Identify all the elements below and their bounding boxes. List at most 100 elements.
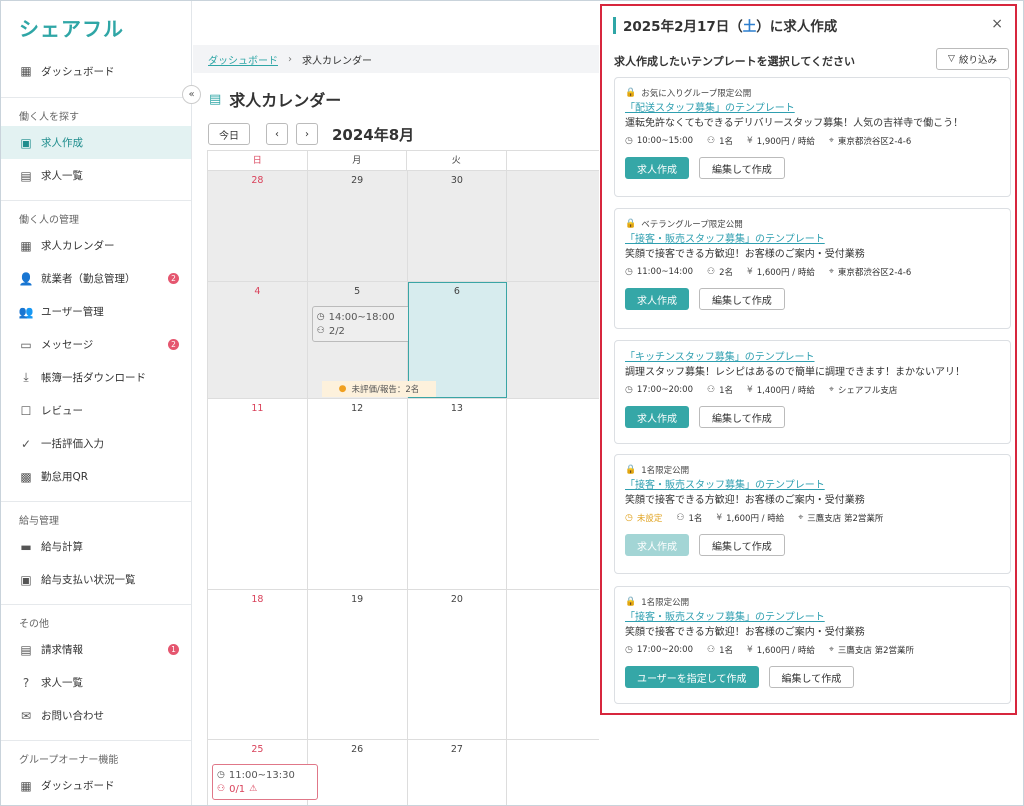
double-check-icon: ✓ [20,436,32,451]
breadcrumb-dashboard-link[interactable]: ダッシュボード [208,52,278,67]
calendar-day[interactable]: 29 [307,171,408,281]
create-job-button[interactable]: 求人作成 [625,288,689,310]
today-button[interactable]: 今日 [208,123,250,145]
template-meta: ◷ 17:00~20:00 ⚇ 1名 ¥1,600円 / 時給 ⌖ 三鷹支店 第2営業… [625,641,1000,659]
sidebar-item-billing[interactable]: ▤ 請求情報 1 [1,633,191,666]
sidebar-item-dashboard[interactable]: ▦ ダッシュボード [1,45,191,97]
shift-block[interactable]: ◷ 14:00~18:00 ⚇ 2/2 [311,306,418,342]
sidebar-item-workers[interactable]: 👤 就業者（勤怠管理） 2 [1,262,191,295]
mail-icon: ✉ [20,708,32,723]
person-icon: ⚇ [706,385,716,395]
sidebar-item-label: 求人一覧 [41,170,83,182]
calendar-day[interactable]: 19 [308,590,408,739]
template-card: 🔒 1名限定公開 「接客・販売スタッフ募集」のテンプレート 笑顔で接客できる方歓迎… [614,454,1011,574]
person-icon: ⚇ [676,513,685,523]
edit-and-create-button[interactable]: 編集して作成 [768,666,855,688]
template-link[interactable]: 「接客・販売スタッフ募集」のテンプレート [625,610,1000,625]
breadcrumb: ダッシュボード › 求人カレンダー [193,45,599,73]
sidebar-item-label: 就業者（勤怠管理） [41,273,136,285]
calendar-day[interactable] [507,590,599,739]
calendar-day[interactable]: 13 [408,399,508,589]
title-accent-bar [613,16,616,34]
calendar-day[interactable]: 30 [407,171,508,281]
create-job-button[interactable]: 求人作成 [625,406,689,428]
unreviewed-notice[interactable]: ● 未評価/報告：2名 [322,381,436,397]
sidebar-item-attendance-qr[interactable]: ▩ 勤怠用QR [1,460,191,493]
calendar-day[interactable]: 25 ◷ 11:00~13:30 ⚇ 0/1 ⚠ [208,740,318,805]
sidebar-item-bulk-download[interactable]: ⤓ 帳簿一括ダウンロード [1,361,191,394]
template-link[interactable]: 「接客・販売スタッフ募集」のテンプレート [625,478,1000,493]
filter-button[interactable]: ▽ 絞り込み [936,48,1009,70]
breadcrumb-separator: › [288,53,292,65]
day-number: 29 [351,175,364,186]
sidebar-item-users[interactable]: 👥 ユーザー管理 [1,295,191,328]
calendar-day[interactable]: 4 [208,282,308,398]
visibility-tag-label: お気に入りグループ限定公開 [641,89,752,99]
sidebar-item-bulk-evaluation[interactable]: ✓ 一括評価入力 [1,427,191,460]
template-card: 🔒 お気に入りグループ限定公開 「配送スタッフ募集」のテンプレート 運転免許なくて… [614,77,1011,197]
clock-icon: ◷ [316,312,325,322]
sidebar-item-contact[interactable]: ✉ お問い合わせ [1,699,191,732]
sidebar-item-payroll-calc[interactable]: ▬ 給与計算 [1,530,191,563]
calendar-day[interactable]: 20 [408,590,508,739]
sidebar-item-payment-status[interactable]: ▣ 給与支払い状況一覧 [1,563,191,596]
calendar-day[interactable]: 11 [208,399,308,589]
calendar-day[interactable] [507,740,599,805]
payment-icon: ▣ [20,572,32,587]
sidebar-group-head: 給与管理 [19,516,59,527]
page-title-text: 求人カレンダー [229,91,342,110]
calendar-day[interactable]: 26 [308,740,408,805]
template-link[interactable]: 「配送スタッフ募集」のテンプレート [625,101,1000,116]
sidebar-item-job-calendar[interactable]: ▦ 求人カレンダー [1,229,191,262]
panel-title-date: 2025年2月17日（ [623,19,743,35]
sidebar-item-job-list-2[interactable]: ? 求人一覧 [1,666,191,699]
create-job-button[interactable]: 求人作成 [625,157,689,179]
sidebar-item-review[interactable]: ☐ レビュー [1,394,191,427]
app-logo[interactable]: シェアフル [1,1,191,45]
weekday-sunday: 日 [208,151,308,170]
shift-count: 0/1 [229,783,246,795]
alert-icon: ⚠ [249,784,258,794]
sidebar-item-job-create[interactable]: ▣ 求人作成 [1,126,191,159]
sidebar-collapse-button[interactable]: « [182,85,201,104]
calendar-day[interactable] [507,171,599,281]
calendar-day[interactable]: 27 [408,740,508,805]
template-description: 笑顔で接客できる方歓迎！お客様のご案内・受付業務 [625,249,865,260]
next-month-button[interactable]: › [296,123,318,145]
clock-icon: ◷ [625,645,633,655]
template-link[interactable]: 「接客・販売スタッフ募集」のテンプレート [625,232,1000,247]
message-icon: ▭ [20,337,32,352]
meta-place: 東京都渋谷区2-4-6 [837,137,912,147]
edit-and-create-button[interactable]: 編集して作成 [699,157,785,179]
sidebar-item-label: ユーザー管理 [41,306,104,318]
breadcrumb-current: 求人カレンダー [302,55,372,67]
calendar-day[interactable]: 12 [308,399,408,589]
create-for-user-button[interactable]: ユーザーを指定して作成 [625,666,759,688]
template-link[interactable]: 「キッチンスタッフ募集」のテンプレート [625,350,1000,365]
sidebar-group-head: その他 [19,619,49,630]
clock-icon: ◷ [625,513,633,523]
close-icon[interactable]: × [991,16,1003,32]
qr-icon: ▩ [20,469,32,484]
sidebar-item-messages[interactable]: ▭ メッセージ 2 [1,328,191,361]
edit-and-create-button[interactable]: 編集して作成 [699,288,785,310]
sidebar-item-owner-dashboard[interactable]: ▦ ダッシュボード [1,769,191,802]
calendar-day[interactable] [507,399,599,589]
meta-people: 2名 [719,268,733,278]
meta-time: 11:00~14:00 [636,267,693,277]
panel-title: 2025年2月17日（土）に求人作成 [623,15,837,35]
calendar-day[interactable]: 18 [208,590,308,739]
shift-block[interactable]: ◷ 11:00~13:30 ⚇ 0/1 ⚠ [212,764,318,800]
sidebar-item-job-list[interactable]: ▤ 求人一覧 [1,159,191,192]
template-description: 運転免許なくてもできるデリバリースタッフ募集！人気の吉祥寺で働こう！ [625,118,964,129]
calendar-day[interactable]: 28 [208,171,308,281]
card-actions: 求人作成 編集して作成 [625,406,1000,428]
calendar-toolbar: 今日 ‹ › 2024年8月 [208,123,414,145]
prev-month-button[interactable]: ‹ [266,123,288,145]
edit-and-create-button[interactable]: 編集して作成 [699,534,785,556]
sidebar: シェアフル ▦ ダッシュボード 働く人を探す ▣ 求人作成 ▤ 求人一覧 働く人… [1,1,192,805]
meta-time: 17:00~20:00 [636,645,693,655]
meta-people: 1名 [719,386,733,396]
calendar-day[interactable] [507,282,599,398]
edit-and-create-button[interactable]: 編集して作成 [699,406,785,428]
